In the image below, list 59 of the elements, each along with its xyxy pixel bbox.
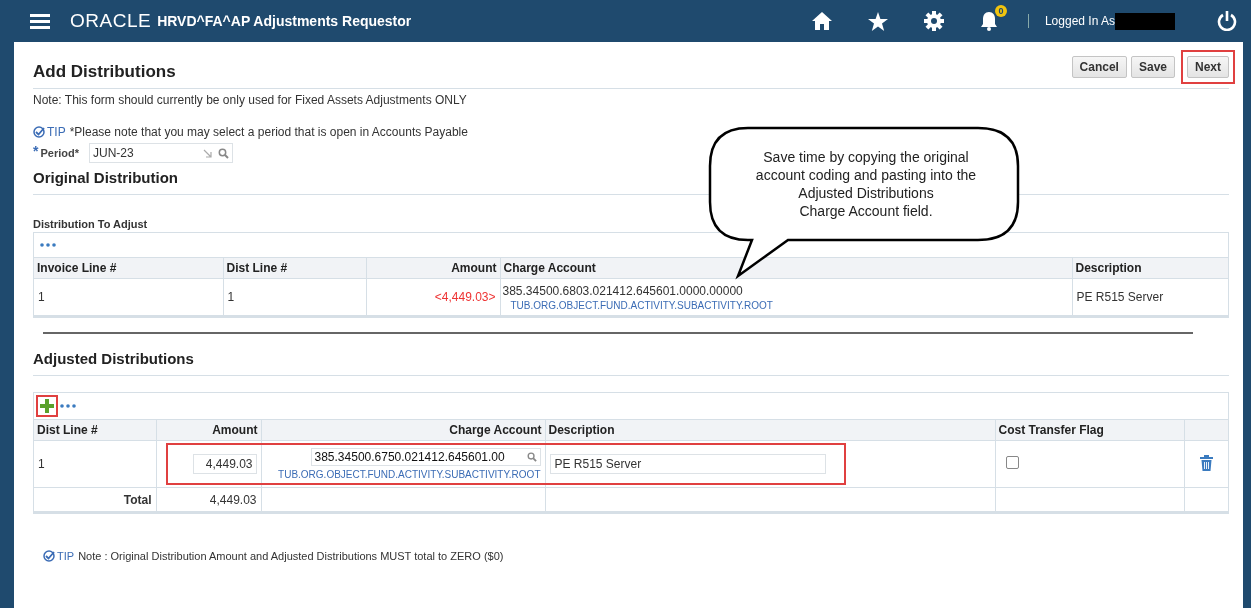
description-field[interactable]: PE R515 Server <box>549 454 826 474</box>
account-structure: TUB.ORG.OBJECT.FUND.ACTIVITY.SUBACTIVITY.ROOT <box>277 469 541 480</box>
action-button[interactable]: Cancel <box>1071 56 1127 78</box>
add-button[interactable] <box>36 395 58 417</box>
notification-bell-icon[interactable] <box>979 11 998 31</box>
column-header: Amount <box>156 420 261 441</box>
app-title: HRVD^FA^AP Adjustments Requestor <box>157 13 412 29</box>
logged-in-label: Logged In As <box>1044 14 1115 28</box>
more-icon[interactable] <box>40 243 56 247</box>
settings-icon[interactable] <box>923 11 944 31</box>
home-icon[interactable] <box>811 12 832 30</box>
column-header: Description <box>545 420 995 441</box>
menu-icon[interactable] <box>30 13 50 29</box>
table-title: Distribution To Adjust <box>33 218 149 230</box>
search-icon[interactable] <box>217 147 229 159</box>
amount-cell: <4,449.03> <box>366 278 500 316</box>
charge-account-field[interactable]: 385.34500.6750.021412.645601.00 <box>310 448 541 466</box>
section-title: Adjusted Distributions <box>33 350 1229 376</box>
redaction-bar <box>1115 12 1175 30</box>
logo: ORACLE <box>70 10 152 32</box>
column-header: Cost Transfer Flag <box>995 420 1184 441</box>
notification-count: 0 <box>994 5 1007 17</box>
checkbox[interactable] <box>1005 456 1019 469</box>
form-note: Note: This form should currently be only used for Fixed Assets Adjustments ONLY <box>33 93 468 107</box>
action-button[interactable]: Save <box>1130 56 1175 78</box>
account-structure: TUB.ORG.OBJECT.FUND.ACTIVITY.SUBACTIVITY.ROOT <box>510 299 774 311</box>
column-header: Amount <box>366 258 500 279</box>
charge-account: 385.34500.6803.021412.645601.0000.00000 <box>502 283 744 298</box>
trash-icon[interactable] <box>1199 454 1213 471</box>
table-cell: PE R515 Server <box>1072 278 1228 316</box>
column-header: Dist Line # <box>34 420 156 441</box>
action-button[interactable]: Next <box>1187 56 1229 78</box>
period-label: Period* <box>40 147 79 159</box>
table-cell: 1 <box>34 278 223 316</box>
more-icon[interactable] <box>60 404 76 408</box>
period-field[interactable]: JUN-23 <box>88 143 233 163</box>
amount-field[interactable]: 4,449.03 <box>192 454 257 474</box>
column-header: Charge Account <box>261 420 545 441</box>
tip-label: TIP <box>57 550 75 562</box>
column-header: Charge Account <box>500 258 1072 279</box>
table-cell: 1 <box>34 440 156 488</box>
table-cell: 1 <box>223 278 366 316</box>
total-label: Total <box>34 488 156 512</box>
tip-check-icon <box>33 126 45 138</box>
tip-text: Note : Original Distribution Amount and Adjusted Distributions MUST total to ZERO ($0) <box>78 550 504 562</box>
column-header: Description <box>1072 258 1228 279</box>
tip-check-icon <box>43 550 55 562</box>
callout-text: Save time by copying the original account coding and pasting into the Adjusted Distributions Charge Account field. <box>754 148 978 220</box>
column-header: Dist Line # <box>223 258 366 279</box>
star-icon[interactable] <box>867 11 888 31</box>
total-amount: 4,449.03 <box>156 488 261 512</box>
required-mark: * <box>33 143 39 159</box>
page-title: Add Distributions <box>33 61 176 82</box>
column-header: Invoice Line # <box>34 258 223 279</box>
resize-handle-icon[interactable] <box>202 148 212 158</box>
tip-label: TIP <box>47 125 66 139</box>
search-icon[interactable] <box>526 452 537 462</box>
tip-text: *Please note that you may select a period that is open in Accounts Payable <box>69 125 468 139</box>
power-icon[interactable] <box>1217 11 1237 31</box>
